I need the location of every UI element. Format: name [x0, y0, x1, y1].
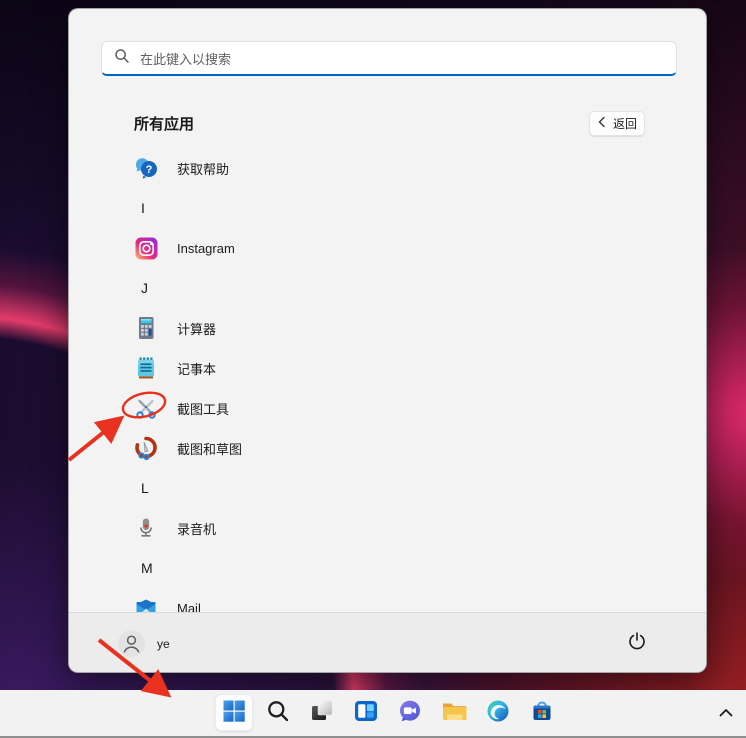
search-icon — [265, 698, 291, 727]
section-letter-l[interactable]: L — [69, 468, 706, 508]
windows-logo-icon — [222, 699, 246, 726]
get-help-icon: ? — [133, 155, 159, 181]
task-view-icon — [309, 698, 335, 727]
app-label: 计算器 — [177, 319, 216, 338]
edge-button[interactable] — [479, 694, 517, 731]
start-menu-panel: 在此键入以搜索 所有应用 返回 ? 获取帮助 — [68, 8, 707, 673]
app-label: 记事本 — [177, 359, 216, 378]
app-label: 录音机 — [177, 519, 216, 538]
app-item-mail[interactable]: Mail — [69, 588, 706, 614]
file-explorer-icon — [440, 698, 468, 727]
section-letter-m[interactable]: M — [69, 548, 706, 588]
all-apps-title: 所有应用 — [134, 113, 194, 134]
taskbar-icons — [215, 694, 561, 731]
snipping-tool-icon — [133, 395, 159, 421]
back-label: 返回 — [613, 115, 637, 132]
search-input[interactable]: 在此键入以搜索 — [101, 41, 677, 76]
user-bar: ye — [69, 612, 706, 672]
user-avatar — [118, 630, 145, 657]
back-button[interactable]: 返回 — [589, 111, 645, 136]
user-account-button[interactable]: ye — [118, 630, 170, 657]
app-label: 截图工具 — [177, 399, 229, 418]
store-button[interactable] — [523, 694, 561, 731]
app-label: 截图和草图 — [177, 439, 242, 458]
app-item-voice-recorder[interactable]: 录音机 — [69, 508, 706, 548]
app-item-get-help[interactable]: ? 获取帮助 — [69, 148, 706, 188]
voice-recorder-icon — [133, 515, 159, 541]
chevron-left-icon — [597, 116, 606, 131]
start-button[interactable] — [215, 694, 253, 731]
section-letter-label: J — [141, 280, 148, 296]
app-label: Instagram — [177, 241, 235, 256]
search-icon — [114, 48, 130, 69]
power-button[interactable] — [617, 623, 657, 661]
task-view-button[interactable] — [303, 694, 341, 731]
taskbar — [0, 690, 746, 738]
tray-chevron-up-icon[interactable] — [714, 702, 738, 726]
app-item-snip-sketch[interactable]: 截图和草图 — [69, 428, 706, 468]
section-letter-i[interactable]: I — [69, 188, 706, 228]
widgets-icon — [353, 698, 379, 727]
username: ye — [157, 637, 170, 651]
calculator-icon — [133, 315, 159, 341]
taskbar-search-button[interactable] — [259, 694, 297, 731]
notepad-icon — [133, 355, 159, 381]
app-item-notepad[interactable]: 记事本 — [69, 348, 706, 388]
power-icon — [627, 631, 647, 654]
chat-button[interactable] — [391, 694, 429, 731]
edge-icon — [485, 698, 511, 727]
section-letter-label: I — [141, 200, 145, 216]
app-item-calculator[interactable]: 计算器 — [69, 308, 706, 348]
file-explorer-button[interactable] — [435, 694, 473, 731]
snip-sketch-icon — [133, 435, 159, 461]
app-label: 获取帮助 — [177, 159, 229, 178]
widgets-button[interactable] — [347, 694, 385, 731]
store-icon — [529, 698, 555, 727]
svg-text:?: ? — [146, 164, 153, 176]
app-item-snipping-tool[interactable]: 截图工具 — [69, 388, 706, 428]
search-placeholder: 在此键入以搜索 — [140, 49, 231, 68]
section-letter-label: L — [141, 480, 149, 496]
section-letter-j[interactable]: J — [69, 268, 706, 308]
desktop: 在此键入以搜索 所有应用 返回 ? 获取帮助 — [0, 0, 746, 738]
app-item-instagram[interactable]: Instagram — [69, 228, 706, 268]
chat-icon — [397, 698, 423, 727]
section-letter-label: M — [141, 560, 153, 576]
app-list: ? 获取帮助 I — [69, 148, 706, 614]
instagram-icon — [133, 235, 159, 261]
